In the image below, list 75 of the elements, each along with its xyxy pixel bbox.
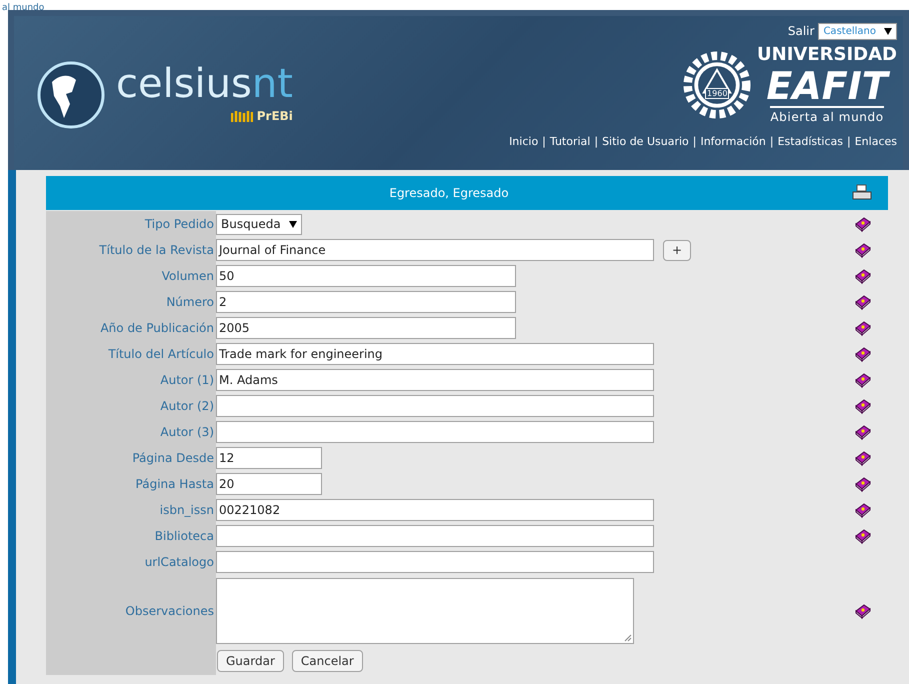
dropdown-arrow-icon: [288, 220, 297, 228]
help-book-icon[interactable]: [854, 242, 872, 258]
input-field[interactable]: 20: [216, 473, 322, 495]
university-logo-text: EAFIT: [766, 66, 888, 106]
help-book-icon[interactable]: [854, 603, 872, 619]
input-field[interactable]: [216, 395, 654, 417]
help-book-icon[interactable]: [854, 320, 872, 336]
add-button[interactable]: +: [663, 240, 692, 260]
help-book-icon[interactable]: [854, 372, 872, 388]
nav-link[interactable]: Información: [700, 134, 766, 150]
cut-off-text: al mundo: [2, 3, 44, 13]
input-field[interactable]: 00221082: [216, 499, 654, 521]
form-button[interactable]: Guardar: [217, 650, 284, 672]
logout-link[interactable]: Salir: [788, 22, 814, 40]
help-book-icon[interactable]: [854, 476, 872, 492]
resize-grip-icon[interactable]: [624, 634, 632, 642]
gear-emblem-icon: [683, 51, 752, 119]
nav-separator: |: [770, 134, 774, 150]
input-field[interactable]: M. Adams: [216, 369, 654, 391]
nav-link[interactable]: Enlaces: [854, 134, 897, 150]
input-field[interactable]: Trade mark for engineering: [216, 343, 654, 365]
help-book-icon[interactable]: [854, 346, 872, 362]
help-book-icon[interactable]: [854, 502, 872, 518]
help-book-icon[interactable]: [854, 450, 872, 466]
input-field[interactable]: [216, 551, 654, 573]
nav-link[interactable]: Inicio: [509, 134, 538, 150]
field-label: Año de Publicación: [100, 320, 214, 337]
globe-logo-icon: [36, 60, 106, 130]
university-motto: Abierta al mundo: [770, 106, 884, 126]
brand-name: celsiusnt: [116, 61, 293, 107]
language-select[interactable]: Castellano: [818, 22, 897, 40]
input-field[interactable]: 2: [216, 291, 516, 313]
field-label: Volumen: [162, 268, 214, 285]
founding-year: 1960: [705, 88, 730, 99]
field-label: Página Hasta: [136, 476, 214, 493]
help-book-icon[interactable]: [854, 424, 872, 440]
field-label: Página Desde: [132, 450, 214, 467]
field-label: urlCatalogo: [144, 554, 214, 571]
help-book-icon[interactable]: [854, 528, 872, 544]
help-book-icon[interactable]: [854, 216, 872, 232]
nav-separator: |: [692, 134, 696, 150]
form-title: Egresado, Egresado: [388, 185, 510, 202]
brand-subtitle: PrEBi: [256, 108, 293, 125]
dropdown-arrow-icon: [884, 28, 892, 34]
order-type-select[interactable]: Busqueda: [216, 214, 302, 234]
form-button[interactable]: Cancelar: [292, 650, 363, 672]
nav-link[interactable]: Tutorial: [550, 134, 590, 150]
field-label: Biblioteca: [154, 528, 214, 545]
field-label: Título de la Revista: [99, 242, 214, 259]
nav-separator: |: [847, 134, 851, 150]
help-book-icon[interactable]: [854, 268, 872, 284]
input-field[interactable]: 2005: [216, 317, 516, 339]
field-label: Título del Artículo: [108, 346, 214, 363]
field-label: isbn_issn: [160, 502, 214, 519]
input-field[interactable]: [216, 525, 654, 547]
printer-icon[interactable]: [852, 184, 872, 202]
input-field[interactable]: 50: [216, 265, 516, 287]
bars-logo-icon: [230, 110, 253, 122]
nav-link[interactable]: Estadísticas: [778, 134, 844, 150]
nav-link[interactable]: Sitio de Usuario: [602, 134, 689, 150]
field-label: Autor (1): [160, 372, 214, 389]
help-book-icon[interactable]: [854, 398, 872, 414]
input-field[interactable]: [216, 421, 654, 443]
input-field[interactable]: 12: [216, 447, 322, 469]
field-label: Tipo Pedido: [144, 216, 214, 233]
text-area[interactable]: [216, 578, 634, 644]
nav-separator: |: [542, 134, 546, 150]
input-field[interactable]: Journal of Finance: [216, 239, 654, 261]
field-label: Autor (3): [160, 424, 214, 441]
field-label: Autor (2): [160, 398, 214, 415]
nav-separator: |: [594, 134, 598, 150]
help-book-icon[interactable]: [854, 294, 872, 310]
university-name: UNIVERSIDAD: [757, 44, 897, 66]
field-label: Observaciones: [125, 603, 214, 620]
field-label: Número: [166, 294, 214, 311]
